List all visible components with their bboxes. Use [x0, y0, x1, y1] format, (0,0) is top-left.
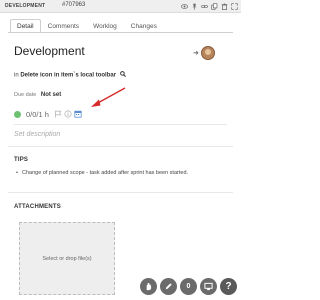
- time-tracking-row: 0/0/1 h: [14, 108, 84, 120]
- copy-icon[interactable]: [210, 2, 218, 10]
- status-indicator[interactable]: [14, 110, 21, 118]
- annotation-arrow: [91, 87, 126, 107]
- drop-zone-label: Select or drop file(s): [42, 255, 92, 262]
- calendar-icon[interactable]: [74, 110, 82, 118]
- file-drop-zone[interactable]: Select or drop file(s): [19, 222, 115, 295]
- hand-icon[interactable]: [140, 278, 157, 295]
- list-item: Change of planned scope - task added aft…: [16, 170, 232, 177]
- tab-comments[interactable]: Comments: [41, 19, 86, 33]
- task-type-label: DEVELOPMENT: [5, 3, 46, 9]
- avatar[interactable]: [200, 46, 215, 60]
- edit-icon[interactable]: [160, 278, 177, 295]
- divider: [8, 146, 233, 147]
- counter-button[interactable]: 0: [180, 278, 197, 295]
- assign-arrow-icon: ➜: [193, 50, 199, 57]
- search-icon[interactable]: [119, 71, 126, 79]
- parent-context: in Delete icon in item`s local toolbar: [14, 71, 126, 79]
- due-date-label: Due date: [14, 92, 37, 98]
- task-id[interactable]: #707963: [62, 2, 85, 8]
- time-estimate[interactable]: 0/0/1 h: [26, 110, 49, 119]
- link-icon[interactable]: [200, 2, 208, 10]
- task-header-bar: DEVELOPMENT #707963: [0, 0, 241, 13]
- attachments-heading: ATTACHMENTS: [14, 204, 61, 210]
- help-label: ?: [225, 281, 232, 292]
- due-date-row[interactable]: Due date Not set: [14, 92, 61, 98]
- parent-item-link[interactable]: Delete icon in item`s local toolbar: [20, 73, 116, 79]
- divider: [14, 124, 227, 125]
- help-button[interactable]: ?: [220, 278, 237, 295]
- monitor-icon[interactable]: [200, 278, 217, 295]
- due-date-value[interactable]: Not set: [41, 92, 61, 98]
- pin-icon[interactable]: [190, 2, 198, 10]
- task-title[interactable]: Development: [14, 44, 85, 58]
- task-tabs: Detail Comments Worklog Changes: [10, 19, 164, 33]
- tab-changes[interactable]: Changes: [124, 19, 164, 33]
- eye-icon[interactable]: [180, 2, 188, 10]
- counter-value: 0: [186, 283, 191, 290]
- tab-detail[interactable]: Detail: [10, 19, 41, 33]
- tabs-divider: [8, 32, 233, 33]
- header-toolbar: [180, 2, 238, 10]
- divider: [8, 192, 233, 193]
- description-field[interactable]: Set description: [14, 131, 60, 138]
- tips-heading: TIPS: [14, 157, 29, 163]
- info-icon[interactable]: [64, 110, 72, 118]
- assignee[interactable]: ➜: [193, 46, 215, 60]
- trash-icon[interactable]: [220, 2, 228, 10]
- floating-actions: 0 ?: [140, 278, 237, 295]
- context-prefix: in: [14, 72, 19, 79]
- flag-icon[interactable]: [54, 110, 62, 118]
- tab-worklog[interactable]: Worklog: [86, 19, 124, 33]
- expand-icon[interactable]: [230, 2, 238, 10]
